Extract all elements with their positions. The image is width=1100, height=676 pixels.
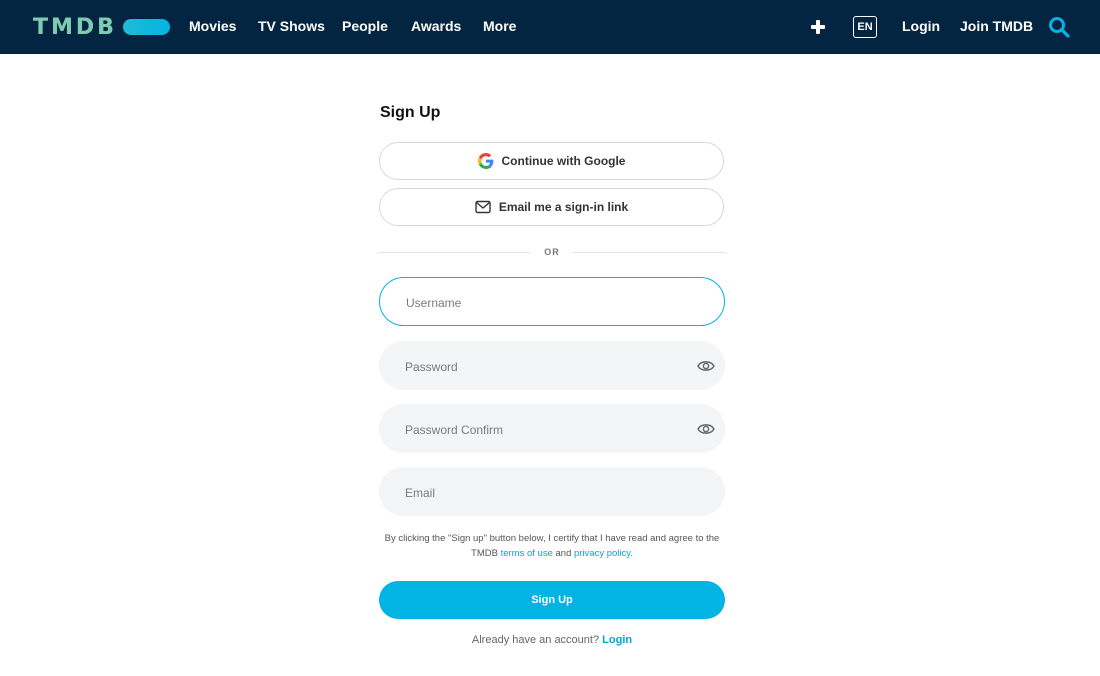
legal-and: and <box>555 548 572 559</box>
nav-tv-shows[interactable]: TV Shows <box>258 18 325 34</box>
plus-icon[interactable] <box>810 19 826 35</box>
password-confirm-input[interactable] <box>403 404 677 455</box>
password-confirm-field <box>379 404 725 455</box>
language-selector[interactable]: EN <box>853 16 877 38</box>
google-button-label: Continue with Google <box>501 154 626 168</box>
footer-login-link[interactable]: Login <box>602 634 632 646</box>
password-input[interactable] <box>403 341 677 392</box>
login-prompt-text: Already have an account? <box>471 634 600 646</box>
eye-icon[interactable] <box>697 420 715 438</box>
join-tmdb-link[interactable]: Join TMDB <box>960 18 1033 34</box>
password-field <box>379 341 725 392</box>
logo-pill <box>122 19 170 35</box>
nav-more[interactable]: More <box>483 18 516 34</box>
nav-movies[interactable]: Movies <box>189 18 236 34</box>
top-navigation-bar: TMDB Movies TV Shows People Awards More … <box>0 0 1100 54</box>
privacy-policy-link[interactable]: privacy policy <box>574 548 630 559</box>
login-link[interactable]: Login <box>902 18 940 34</box>
username-field <box>379 277 725 327</box>
sign-up-button[interactable]: Sign Up <box>379 581 725 619</box>
terms-of-use-link[interactable]: terms of use <box>501 548 553 559</box>
page-title: Sign Up <box>380 104 441 121</box>
continue-with-google-button[interactable]: Continue with Google <box>379 142 724 180</box>
legal-end: . <box>630 548 633 559</box>
or-divider: OR <box>544 247 560 257</box>
mail-icon <box>475 200 491 214</box>
username-input[interactable] <box>404 278 678 327</box>
logo-text: TMDB <box>33 14 117 40</box>
divider-line-right <box>573 252 725 253</box>
eye-icon[interactable] <box>697 357 715 375</box>
nav-awards[interactable]: Awards <box>411 18 461 34</box>
search-icon[interactable] <box>1048 16 1070 38</box>
nav-people[interactable]: People <box>342 18 388 34</box>
google-icon <box>477 153 493 169</box>
login-prompt: Already have an account? Login <box>379 634 725 646</box>
divider-line-left <box>379 252 530 253</box>
legal-notice: By clicking the "Sign up" button below, … <box>379 531 725 561</box>
email-input[interactable] <box>403 467 677 518</box>
tmdb-logo[interactable]: TMDB <box>33 14 170 40</box>
email-link-button-label: Email me a sign-in link <box>498 200 629 214</box>
email-field <box>379 467 725 518</box>
email-sign-in-link-button[interactable]: Email me a sign-in link <box>379 188 724 226</box>
